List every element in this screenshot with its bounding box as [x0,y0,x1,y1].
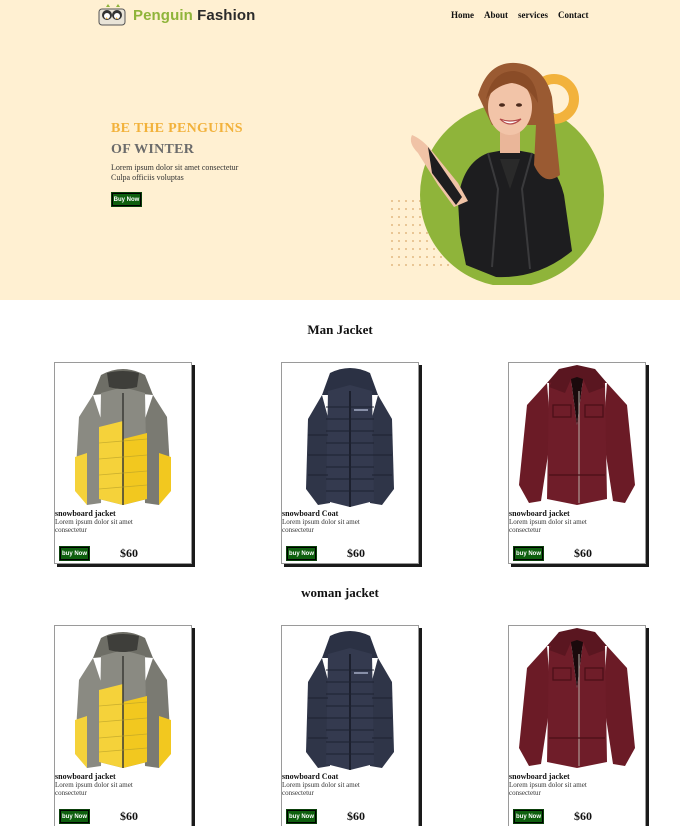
burgundy-leather-jacket-image[interactable] [515,365,639,509]
product-description: Lorem ipsum dolor sit amet consectetur [282,781,360,797]
product-name: snowboard jacket [509,772,570,781]
product-price: $60 [574,546,592,560]
hero-text: Lorem ipsum dolor sit amet consectetur C… [111,163,238,183]
product-name: snowboard Coat [282,772,339,781]
navy-puffer-jacket-image[interactable] [288,365,412,509]
hero-banner: Penguin Fashion Home About services Cont… [0,0,680,300]
product-name: snowboard jacket [55,509,116,518]
hero-model-image [391,62,604,285]
section-title-woman-jacket: woman jacket [301,585,379,600]
buy-now-button[interactable]: buy Now [513,809,544,824]
hero-title-line2: OF WINTER [111,142,195,157]
hero-text-line2: Culpa officiis voluptas [111,173,184,182]
buy-now-button[interactable]: buy Now [59,546,90,561]
brand-name-second: Fashion [197,6,256,24]
nav-contact[interactable]: Contact [558,10,589,20]
product-price: $60 [347,546,365,560]
brand-name-first: Penguin [133,6,193,24]
product-card[interactable]: snowboard jacket Lorem ipsum dolor sit a… [508,362,646,564]
brand-logo[interactable]: Penguin Fashion [97,3,255,27]
product-card[interactable]: snowboard Coat Lorem ipsum dolor sit ame… [281,625,419,826]
product-description: Lorem ipsum dolor sit amet consectetur [509,518,587,534]
hero-title-line1: BE THE PENGUINS [111,121,243,136]
product-card[interactable]: snowboard jacket Lorem ipsum dolor sit a… [54,625,192,826]
product-description: Lorem ipsum dolor sit amet consectetur [55,781,133,797]
section-title-man-jacket: Man Jacket [307,322,373,337]
nav-home[interactable]: Home [451,10,474,20]
yellow-gray-puffer-jacket-image[interactable] [61,628,185,772]
product-card[interactable]: snowboard Coat Lorem ipsum dolor sit ame… [281,362,419,564]
product-description: Lorem ipsum dolor sit amet consectetur [509,781,587,797]
product-description: Lorem ipsum dolor sit amet consectetur [55,518,133,534]
buy-now-button[interactable]: buy Now [59,809,90,824]
navy-puffer-jacket-image[interactable] [288,628,412,772]
hero-text-line1: Lorem ipsum dolor sit amet consectetur [111,163,239,172]
product-card[interactable]: snowboard jacket Lorem ipsum dolor sit a… [54,362,192,564]
main-nav: Home About services Contact [451,10,589,20]
product-card[interactable]: snowboard jacket Lorem ipsum dolor sit a… [508,625,646,826]
product-price: $60 [574,809,592,823]
product-price: $60 [347,809,365,823]
buy-now-button[interactable]: buy Now [286,809,317,824]
product-description: Lorem ipsum dolor sit amet consectetur [282,518,360,534]
burgundy-leather-jacket-image[interactable] [515,628,639,772]
hero-buy-now-button[interactable]: Buy Now [111,192,142,207]
buy-now-button[interactable]: buy Now [286,546,317,561]
nav-about[interactable]: About [484,10,508,20]
yellow-gray-puffer-jacket-image[interactable] [61,365,185,509]
buy-now-button[interactable]: buy Now [513,546,544,561]
penguin-logo-icon [98,4,126,26]
product-name: snowboard Coat [282,509,339,518]
product-name: snowboard jacket [55,772,116,781]
product-price: $60 [120,546,138,560]
product-name: snowboard jacket [509,509,570,518]
nav-services[interactable]: services [518,10,548,20]
product-price: $60 [120,809,138,823]
